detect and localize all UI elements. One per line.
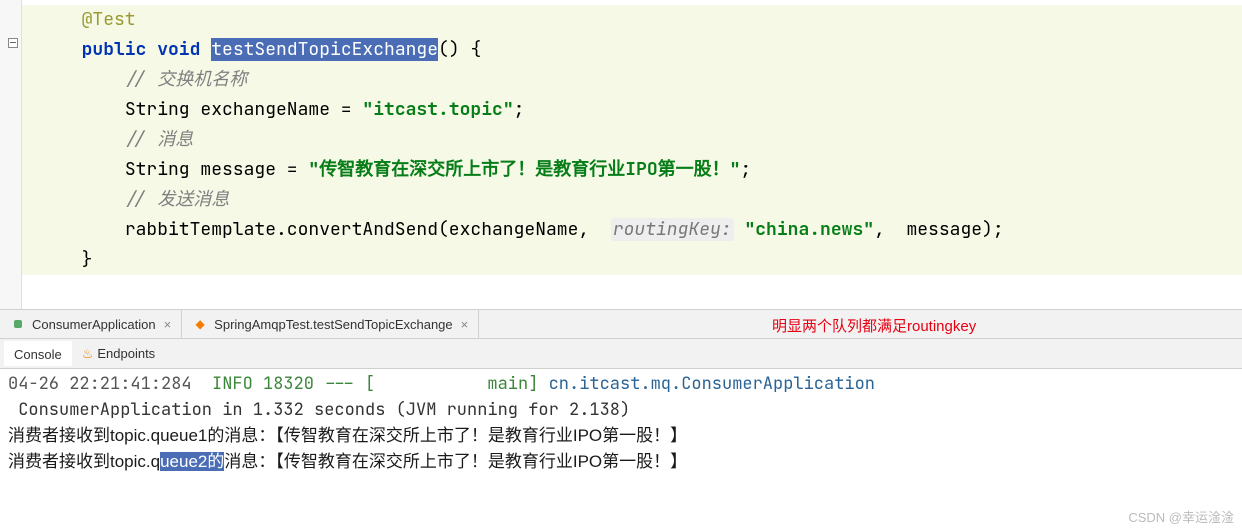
code-token: rabbitTemplate.convertAndSend(exchangeNa… xyxy=(125,218,611,241)
tool-tab-endpoints[interactable]: ♨Endpoints xyxy=(72,342,165,366)
editor-gutter xyxy=(0,0,22,309)
overlay-annotation: 明显两个队列都满足routingkey xyxy=(772,315,976,336)
watermark: CSDN @幸运淦淦 xyxy=(1128,507,1234,526)
spring-boot-icon xyxy=(10,316,26,332)
code-content: @Test public void testSendTopicExchange(… xyxy=(22,0,1242,275)
close-icon[interactable]: × xyxy=(461,317,469,332)
method-name-selection[interactable]: testSendTopicExchange xyxy=(211,38,438,61)
comment-token: // 发送消息 xyxy=(125,188,229,211)
string-token: na.news" xyxy=(788,218,874,241)
tool-tabs: Console ♨Endpoints xyxy=(0,339,1242,369)
tab-label: SpringAmqpTest.testSendTopicExchange xyxy=(214,317,452,332)
selection-highlight[interactable]: ueue2的 xyxy=(160,452,224,471)
tool-tab-console[interactable]: Console xyxy=(4,341,72,366)
caret-position: i xyxy=(777,218,788,241)
annotation-token: @Test xyxy=(82,8,136,31)
code-token: , message); xyxy=(874,218,1004,241)
code-token: String message = xyxy=(125,158,309,181)
log-text: ConsumerApplication in 1.332 seconds (JV… xyxy=(8,399,630,421)
log-timestamp: 04-26 22:21:41:284 xyxy=(8,373,192,395)
tool-tab-label: Endpoints xyxy=(97,346,155,361)
log-text: 消息：【传智教育在深交所上市了！是教育行业IPO第一股！】 xyxy=(224,452,687,471)
keyword-token: public void xyxy=(82,38,201,61)
string-token: "传智教育在深交所上市了！是教育行业IPO第一股！" xyxy=(308,158,740,181)
paren-brace: () { xyxy=(438,38,481,61)
tab-spring-amqp-test[interactable]: ◆ SpringAmqpTest.testSendTopicExchange × xyxy=(182,310,479,338)
semicolon: ; xyxy=(740,158,751,181)
string-token: "itcast.topic" xyxy=(362,98,513,121)
tab-consumer-application[interactable]: ConsumerApplication × xyxy=(0,310,182,338)
code-token: String exchangeName = xyxy=(125,98,363,121)
code-editor[interactable]: @Test public void testSendTopicExchange(… xyxy=(0,0,1242,309)
run-tabs: ConsumerApplication × ◆ SpringAmqpTest.t… xyxy=(0,309,1242,339)
comment-token: // 交换机名称 xyxy=(125,68,247,91)
space xyxy=(734,218,745,241)
junit-test-icon: ◆ xyxy=(192,316,208,332)
console-output[interactable]: 04-26 22:21:41:284 INFO 18320 --- [ main… xyxy=(0,369,1242,477)
string-token: "ch xyxy=(744,218,776,241)
endpoints-icon: ♨ xyxy=(82,346,94,361)
log-text: 消费者接收到topic.queue1的消息：【传智教育在深交所上市了！是教育行业… xyxy=(8,426,687,445)
close-icon[interactable]: × xyxy=(164,317,172,332)
log-package: cn.itcast.mq.ConsumerApplication xyxy=(549,373,875,395)
log-text: 消费者接收到topic.q xyxy=(8,452,160,471)
comment-token: // 消息 xyxy=(125,128,193,151)
log-level: INFO 18320 --- [ main] xyxy=(192,373,549,395)
semicolon: ; xyxy=(514,98,525,121)
close-brace: } xyxy=(82,248,93,271)
tab-label: ConsumerApplication xyxy=(32,317,156,332)
inlay-hint: routingKey: xyxy=(611,218,734,241)
fold-toggle-icon[interactable] xyxy=(8,38,18,48)
